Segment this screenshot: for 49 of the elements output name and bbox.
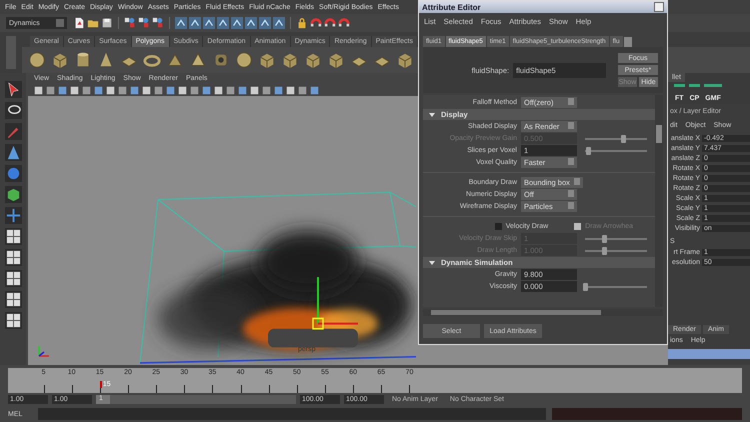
- selection-mask-icon[interactable]: [217, 17, 229, 29]
- cube-icon[interactable]: [281, 51, 299, 69]
- selection-mask-icon[interactable]: [273, 17, 285, 29]
- vertical-scrollbar[interactable]: [655, 95, 663, 307]
- window-title: Attribute Editor: [422, 2, 481, 12]
- layout-icon[interactable]: [4, 270, 22, 287]
- new-page-icon[interactable]: [73, 17, 85, 29]
- sphere-icon[interactable]: [28, 51, 46, 69]
- selection-mode-icon[interactable]: [152, 17, 164, 29]
- selection-mask-icon[interactable]: [189, 17, 201, 29]
- magnet-icon[interactable]: [310, 17, 322, 29]
- sphere-icon[interactable]: [235, 51, 253, 69]
- move-manipulator-icon: [312, 277, 358, 330]
- layout-icon[interactable]: [4, 249, 22, 266]
- axis-indicator-icon: [36, 343, 52, 359]
- sphere-icon[interactable]: [4, 165, 22, 182]
- magnet-icon[interactable]: [338, 17, 350, 29]
- magnet-icon[interactable]: [324, 17, 336, 29]
- save-icon[interactable]: [101, 17, 113, 29]
- selection-mask-icon[interactable]: [259, 17, 271, 29]
- cube-icon[interactable]: [304, 51, 322, 69]
- prism-icon[interactable]: [166, 51, 184, 69]
- command-input-field[interactable]: [38, 408, 546, 420]
- slider-handle[interactable]: [583, 282, 588, 290]
- layout-icon[interactable]: [4, 291, 22, 308]
- lock-icon[interactable]: [296, 17, 308, 29]
- cube-icon[interactable]: [258, 51, 276, 69]
- cube-icon[interactable]: [51, 51, 69, 69]
- axes-icon[interactable]: [4, 207, 22, 224]
- selection-mode-icon[interactable]: [124, 17, 136, 29]
- slider-handle[interactable]: [586, 146, 592, 154]
- pyramid-icon[interactable]: [189, 51, 207, 69]
- cone-icon[interactable]: [4, 144, 22, 161]
- selection-mask-icon[interactable]: [175, 17, 187, 29]
- selection-mask-icon[interactable]: [231, 17, 243, 29]
- horizontal-scrollbar[interactable]: [423, 309, 663, 316]
- cube-icon[interactable]: [327, 51, 345, 69]
- tab-scroll-button[interactable]: [624, 37, 632, 47]
- layout-icon[interactable]: [4, 312, 22, 329]
- selection-mask-icon[interactable]: [203, 17, 215, 29]
- checkbox[interactable]: [494, 223, 502, 230]
- selection-mode-icon[interactable]: [138, 17, 150, 29]
- layout-icon[interactable]: [4, 228, 22, 245]
- selection-mask-icon[interactable]: [245, 17, 257, 29]
- shelf-menu-handle[interactable]: [6, 36, 16, 69]
- close-button[interactable]: [654, 2, 664, 12]
- lasso-icon[interactable]: [4, 102, 22, 119]
- cube-icon[interactable]: [396, 51, 414, 69]
- cube-icon[interactable]: [4, 186, 22, 203]
